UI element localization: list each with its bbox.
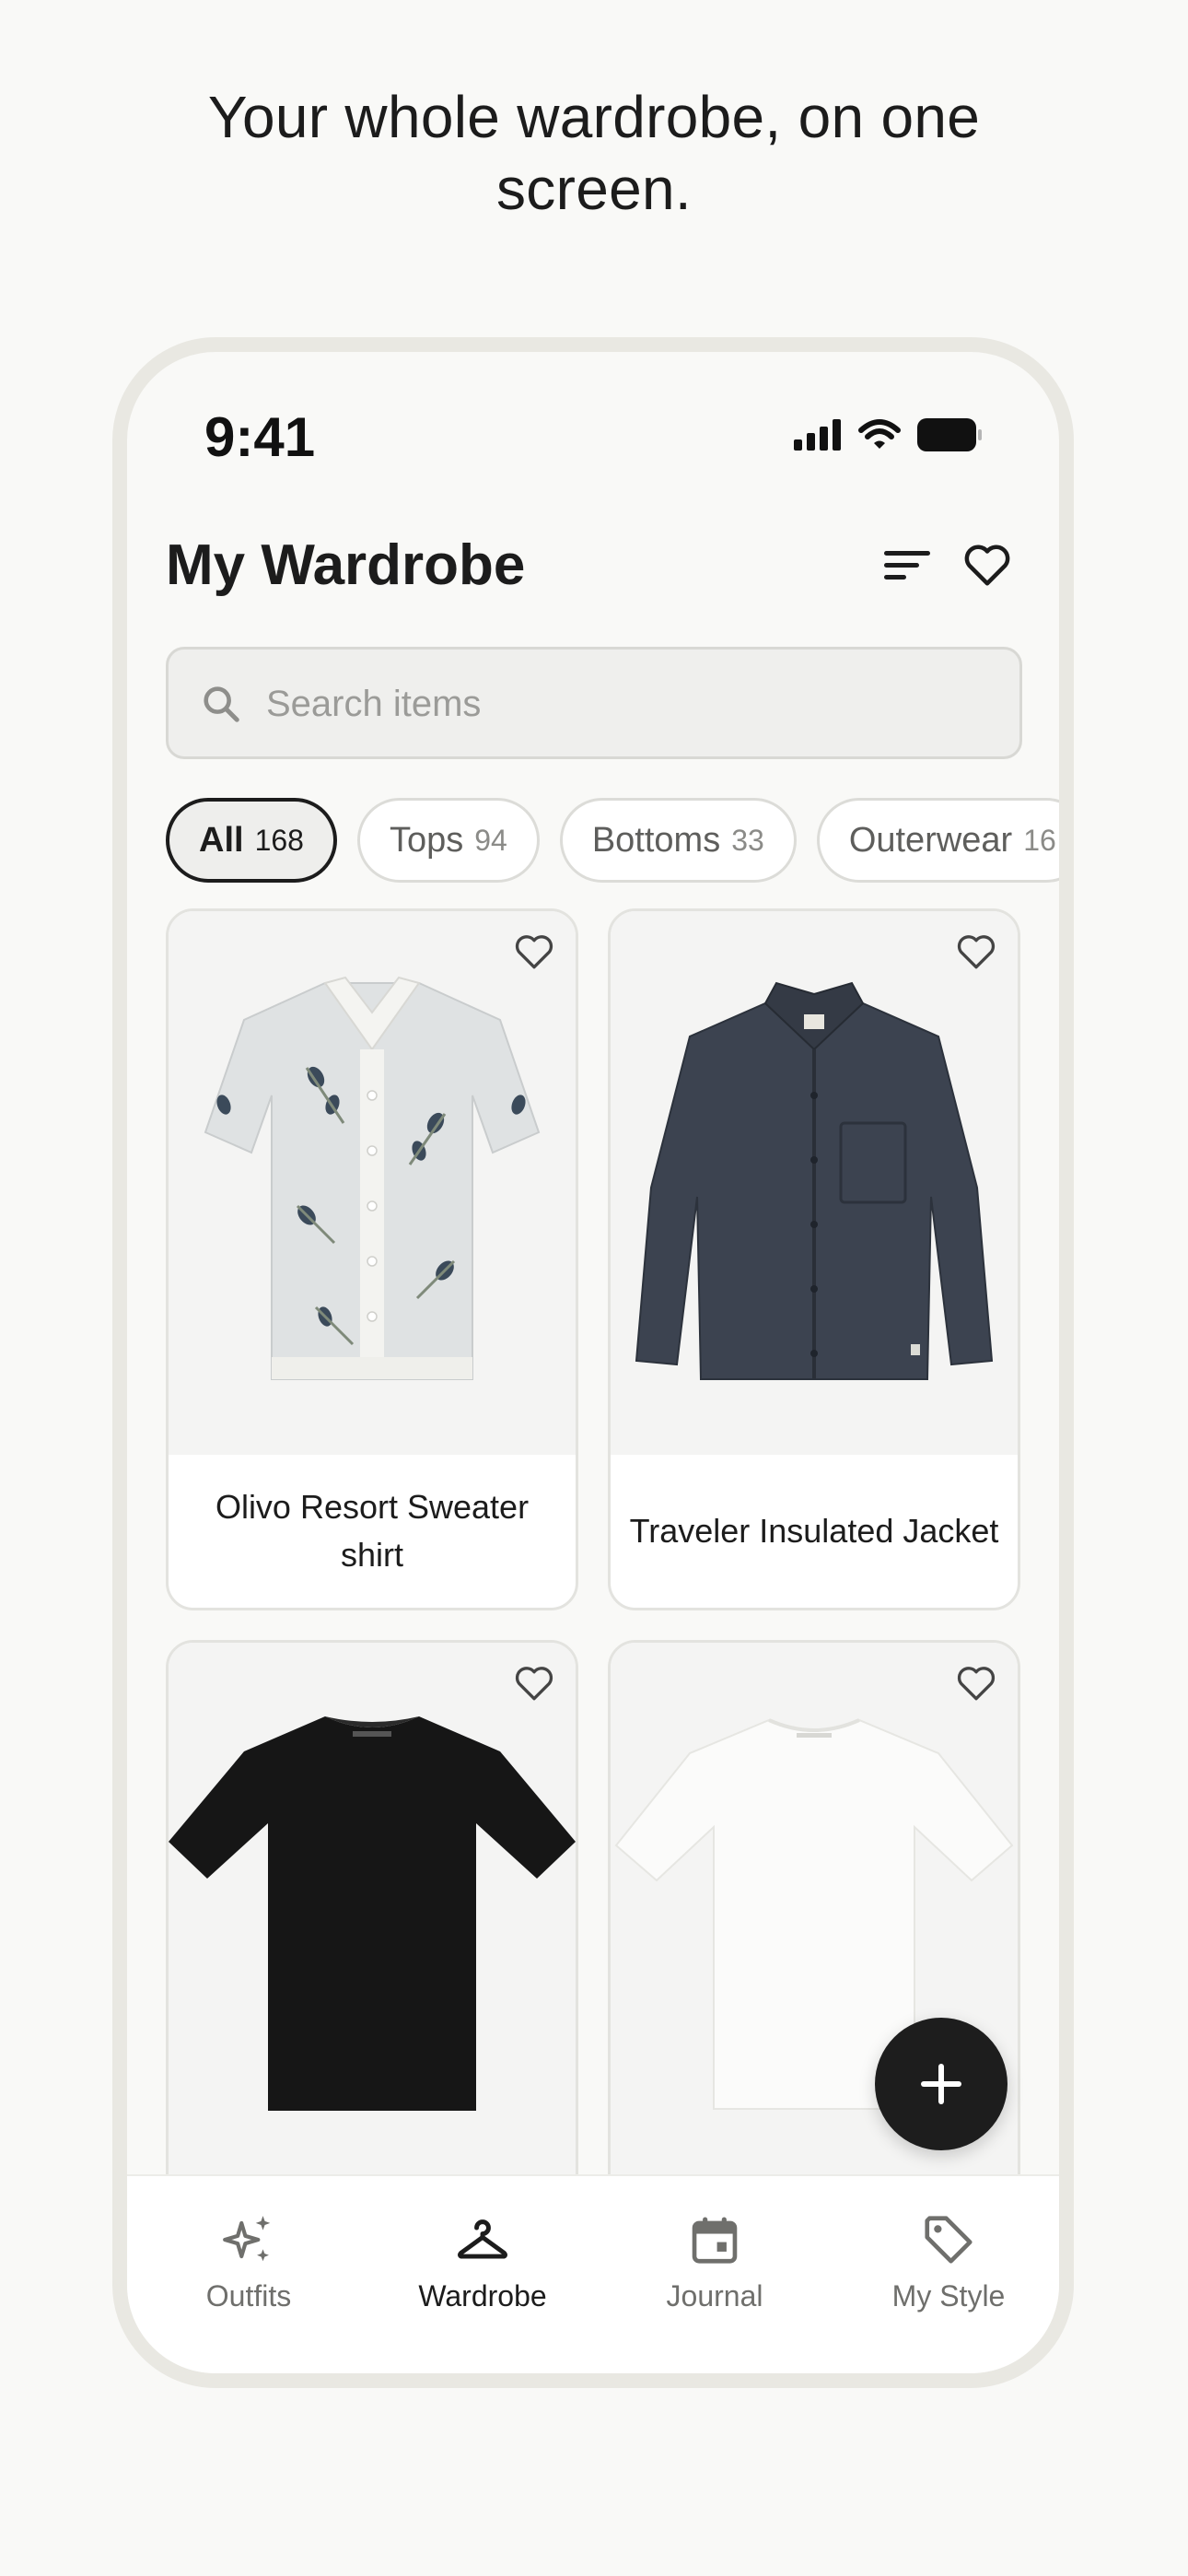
search-icon	[204, 686, 239, 722]
sort-filter-icon	[884, 551, 930, 580]
favorites-button[interactable]	[960, 536, 1015, 591]
headline-line-1: Your whole wardrobe, on one	[207, 84, 981, 150]
tab-journal[interactable]: Journal	[604, 2211, 825, 2331]
chip-count: 168	[254, 823, 304, 857]
sparkles-icon	[223, 2216, 271, 2262]
tag-icon	[925, 2216, 973, 2264]
hanger-icon	[458, 2219, 507, 2259]
item-image	[169, 911, 576, 1455]
add-item-button[interactable]	[875, 2018, 1007, 2150]
tab-my-style[interactable]: My Style	[838, 2211, 1059, 2331]
chip-label: Outerwear	[848, 820, 1013, 860]
bottom-tab-bar: Outfits Wardrobe Journal My Style	[127, 2174, 1059, 2373]
tab-wardrobe[interactable]: Wardrobe	[372, 2211, 593, 2331]
status-icons	[794, 418, 982, 451]
wifi-icon	[858, 419, 901, 449]
battery-icon	[917, 418, 982, 451]
favorite-heart-icon[interactable]	[511, 928, 557, 974]
tab-label: My Style	[891, 2279, 1006, 2313]
page-title: My Wardrobe	[166, 533, 526, 597]
wardrobe-item-card[interactable]	[608, 1640, 1020, 2248]
wardrobe-item-card[interactable]: Traveler Insulated Jacket	[608, 908, 1020, 1610]
tab-label: Journal	[666, 2279, 763, 2313]
chip-count: 94	[474, 823, 507, 857]
wardrobe-item-card[interactable]: Olivo Resort Sweater shirt	[166, 908, 578, 1610]
chip-label: Bottoms	[591, 820, 721, 860]
wardrobe-item-card[interactable]	[166, 1640, 578, 2248]
favorite-heart-icon[interactable]	[953, 928, 999, 974]
sort-filter-button[interactable]	[882, 540, 932, 590]
favorite-heart-icon[interactable]	[953, 1659, 999, 1705]
chip-count: 16	[1023, 823, 1056, 857]
search-input[interactable]	[264, 668, 986, 740]
item-name: Traveler Insulated Jacket	[629, 1512, 999, 1550]
calendar-icon	[692, 2217, 738, 2264]
item-name: Olivo Resort Sweater shirt	[215, 1488, 530, 1574]
chip-bottoms[interactable]: Bottoms 33	[559, 798, 797, 883]
category-filter-chips: All 168 Tops 94 Bottoms 33 Outerwear 16	[166, 798, 1059, 883]
black-tshirt-image	[169, 1716, 576, 2111]
signal-icon	[794, 419, 841, 451]
plus-icon	[921, 2064, 961, 2104]
olive-print-knit-shirt-image	[204, 976, 541, 1380]
tab-outfits[interactable]: Outfits	[138, 2211, 359, 2331]
item-image	[611, 911, 1018, 1455]
search-bar[interactable]	[166, 647, 1022, 759]
app-screen: 9:41 My Wardrobe Search items All 168 To…	[127, 352, 1059, 2373]
tab-label: Outfits	[205, 2279, 292, 2313]
status-time: 9:41	[204, 406, 316, 468]
chip-count: 33	[731, 823, 764, 857]
chip-label: All	[199, 820, 244, 860]
chip-outerwear[interactable]: Outerwear 16	[816, 798, 1059, 883]
favorite-heart-icon[interactable]	[511, 1659, 557, 1705]
item-image	[169, 1643, 576, 2186]
phone-frame: 9:41 My Wardrobe Search items All 168 To…	[112, 337, 1074, 2388]
tab-label: Wardrobe	[418, 2279, 547, 2313]
chip-label: Tops	[389, 820, 464, 860]
chip-all[interactable]: All 168	[166, 798, 337, 883]
heart-icon	[964, 544, 1010, 586]
navy-insulated-jacket-image	[635, 981, 994, 1380]
chip-tops[interactable]: Tops 94	[356, 798, 540, 883]
headline-line-2: screen.	[496, 156, 692, 222]
marketing-headline: Your whole wardrobe, on one screen.	[0, 81, 1188, 225]
